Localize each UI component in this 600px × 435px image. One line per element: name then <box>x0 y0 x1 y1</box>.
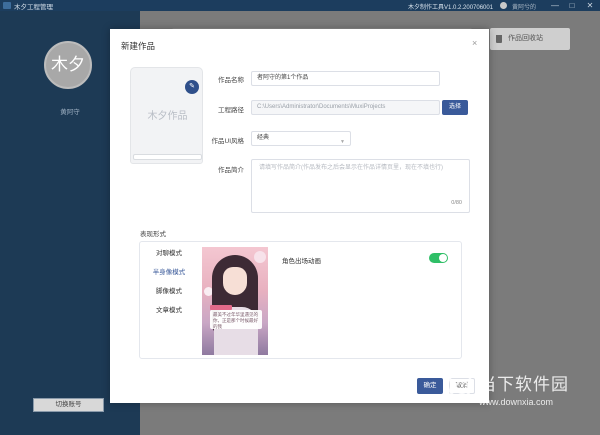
app-name: 木夕工程管理 <box>14 4 53 11</box>
name-label: 作品名称 <box>218 77 244 84</box>
app-logo-icon <box>3 2 11 9</box>
project-path-field: C:\Users\Administrator\Documents\MuxiPro… <box>251 100 440 115</box>
avatar[interactable]: 木夕 <box>44 41 92 89</box>
minimize-icon[interactable]: — <box>548 0 562 11</box>
cover-image[interactable]: 木夕作品 ✎ <box>130 67 203 164</box>
animation-toggle[interactable] <box>429 253 448 263</box>
close-icon[interactable]: × <box>472 38 477 48</box>
user-avatar-small[interactable] <box>500 2 507 9</box>
preview-flower <box>254 251 266 263</box>
new-work-dialog: 新建作品 × 木夕作品 ✎ 作品名称 者阿守的第1个作品 工程路径 C:\Use… <box>110 29 489 403</box>
recycle-bin-label: 作品回收站 <box>508 35 543 42</box>
cancel-button[interactable]: 取消 <box>449 378 475 394</box>
titlebar-user-name[interactable]: 黄阿兮的 <box>512 2 536 11</box>
mode-article[interactable]: 文章模式 <box>140 304 198 314</box>
trash-icon <box>496 35 502 43</box>
dialog-title: 新建作品 <box>121 41 156 51</box>
choose-path-button[interactable]: 选择 <box>442 100 468 115</box>
style-label: 作品UI风格 <box>211 138 245 145</box>
title-bar: 木夕工程管理 木夕制作工具V1.0.2.200706001 黄阿兮的 — □ ✕ <box>0 0 600 11</box>
switch-account-button[interactable]: 切换账号 <box>33 398 104 412</box>
animation-label: 角色出场动画 <box>282 258 321 265</box>
mode-chat[interactable]: 对聊模式 <box>140 247 198 257</box>
preview-character-face <box>223 267 247 295</box>
edit-cover-icon[interactable]: ✎ <box>185 80 199 94</box>
cover-title: 木夕作品 <box>147 111 188 122</box>
ui-style-value: 经典 <box>257 135 270 141</box>
mode-foot-portrait[interactable]: 脚像模式 <box>140 285 198 295</box>
intro-char-count: 0/80 <box>451 200 462 206</box>
preview-dialog-bubble: 最美不过年华里遇见的你，正是那个时候最好的我 <box>210 310 262 329</box>
version-text: 木夕制作工具V1.0.2.200706001 <box>408 4 494 11</box>
confirm-button[interactable]: 确定 <box>417 378 443 394</box>
path-label: 工程路径 <box>218 107 244 114</box>
mode-preview-image: 最美不过年华里遇见的你，正是那个时候最好的我 <box>202 247 268 355</box>
ui-style-select[interactable]: 经典 ▼ <box>251 131 351 146</box>
chevron-down-icon: ▼ <box>340 139 345 145</box>
intro-label: 作品简介 <box>218 167 244 174</box>
toggle-knob <box>439 254 447 262</box>
mode-half-body[interactable]: 半身像模式 <box>140 266 198 276</box>
display-mode-panel: 对聊模式 半身像模式 脚像模式 文章模式 最美不过年华里遇见的你，正是那个时候最… <box>139 241 462 359</box>
intro-textarea[interactable]: 请填写作品简介(作品发布之后会显示在作品详情页里，现在不填也行) 0/80 <box>251 159 470 213</box>
close-window-icon[interactable]: ✕ <box>583 0 597 11</box>
intro-placeholder: 请填写作品简介(作品发布之后会显示在作品详情页里，现在不填也行) <box>259 165 443 171</box>
work-name-input[interactable]: 者阿守的第1个作品 <box>251 71 440 86</box>
recycle-bin-button[interactable]: 作品回收站 <box>490 28 570 50</box>
book-pages <box>133 154 202 160</box>
maximize-icon[interactable]: □ <box>565 0 579 11</box>
display-section-title: 表现形式 <box>140 231 166 238</box>
